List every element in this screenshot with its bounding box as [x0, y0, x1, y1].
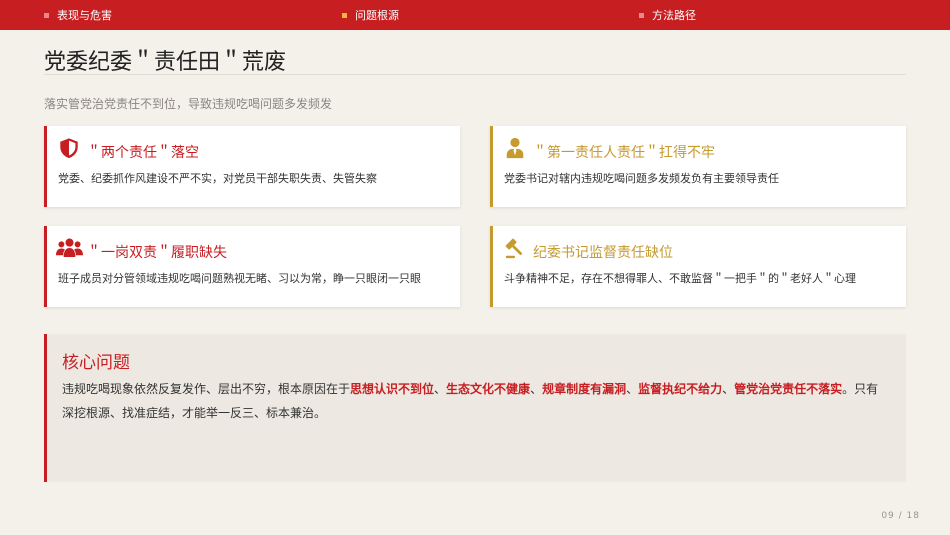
core-separator: 、 — [434, 382, 447, 396]
card-supervision-absent: 纪委书记监督责任缺位 斗争精神不足，存在不想得罪人、不敢监督＂一把手＂的＂老好人… — [490, 226, 906, 307]
nav-bullet-icon — [342, 12, 347, 18]
core-separator: 、 — [626, 382, 639, 396]
shield-icon — [60, 138, 78, 159]
core-separator: 、 — [722, 382, 735, 396]
core-highlight: 监督执纪不给力 — [638, 382, 723, 396]
page-subtitle: 落实管党治党责任不到位，导致违规吃喝问题多发频发 — [44, 97, 333, 111]
title-divider — [44, 74, 906, 75]
core-highlight: 管党治党责任不落实 — [734, 382, 843, 396]
card-body: 党委、纪委抓作风建设不严不实，对党员干部失职失责、失管失察 — [58, 172, 377, 185]
page-number: 09 / 18 — [881, 511, 920, 521]
nav-item-label: 问题根源 — [355, 9, 399, 22]
card-body: 班子成员对分管领域违规吃喝问题熟视无睹、习以为常，睁一只眼闭一只眼 — [58, 272, 421, 285]
core-accent-bar — [44, 334, 47, 482]
card-first-responsible: ＂第一责任人责任＂扛得不牢 党委书记对辖内违规吃喝问题多发频发负有主要领导责任 — [490, 126, 906, 207]
card-heading: ＂两个责任＂落空 — [87, 145, 199, 161]
card-accent-bar — [44, 226, 47, 307]
card-body: 党委书记对辖内违规吃喝问题多发频发负有主要领导责任 — [504, 172, 779, 185]
nav-bullet-icon — [44, 12, 49, 18]
core-issue-heading: 核心问题 — [62, 353, 130, 373]
core-highlight: 生态文化不健康 — [446, 382, 531, 396]
user-tie-icon — [506, 137, 524, 159]
nav-bullet-icon — [639, 12, 644, 18]
nav-item-label: 表现与危害 — [57, 9, 112, 22]
users-icon — [56, 238, 83, 257]
page-title: 党委纪委＂责任田＂荒废 — [44, 50, 287, 75]
nav-item-manifestation[interactable]: 表现与危害 — [44, 0, 112, 30]
nav-item-root-cause[interactable]: 问题根源 — [342, 0, 399, 30]
card-heading: ＂一岗双责＂履职缺失 — [87, 245, 227, 261]
core-period: 。 — [842, 382, 855, 396]
core-text-prefix: 违规吃喝现象依然反复发作、层出不穷，根本原因在于 — [62, 382, 351, 396]
gavel-icon — [505, 238, 523, 259]
nav-item-method[interactable]: 方法路径 — [639, 0, 696, 30]
card-accent-bar — [44, 126, 47, 207]
card-accent-bar — [490, 126, 493, 207]
card-accent-bar — [490, 226, 493, 307]
card-body: 斗争精神不足，存在不想得罪人、不敢监督＂一把手＂的＂老好人＂心理 — [504, 272, 856, 285]
core-highlight: 规章制度有漏洞 — [542, 382, 627, 396]
core-issue-panel: 核心问题 违规吃喝现象依然反复发作、层出不穷，根本原因在于思想认识不到位、生态文… — [44, 334, 906, 482]
card-dual-duty: ＂一岗双责＂履职缺失 班子成员对分管领域违规吃喝问题熟视无睹、习以为常，睁一只眼… — [44, 226, 460, 307]
top-nav-bar: 表现与危害 问题根源 方法路径 — [0, 0, 950, 30]
core-highlight: 思想认识不到位 — [350, 382, 435, 396]
card-heading: 纪委书记监督责任缺位 — [533, 245, 673, 261]
core-separator: 、 — [530, 382, 543, 396]
nav-item-label: 方法路径 — [652, 9, 696, 22]
card-heading: ＂第一责任人责任＂扛得不牢 — [533, 145, 715, 161]
core-issue-text: 违规吃喝现象依然反复发作、层出不穷，根本原因在于思想认识不到位、生态文化不健康、… — [62, 377, 888, 425]
card-two-responsibilities: ＂两个责任＂落空 党委、纪委抓作风建设不严不实，对党员干部失职失责、失管失察 — [44, 126, 460, 207]
